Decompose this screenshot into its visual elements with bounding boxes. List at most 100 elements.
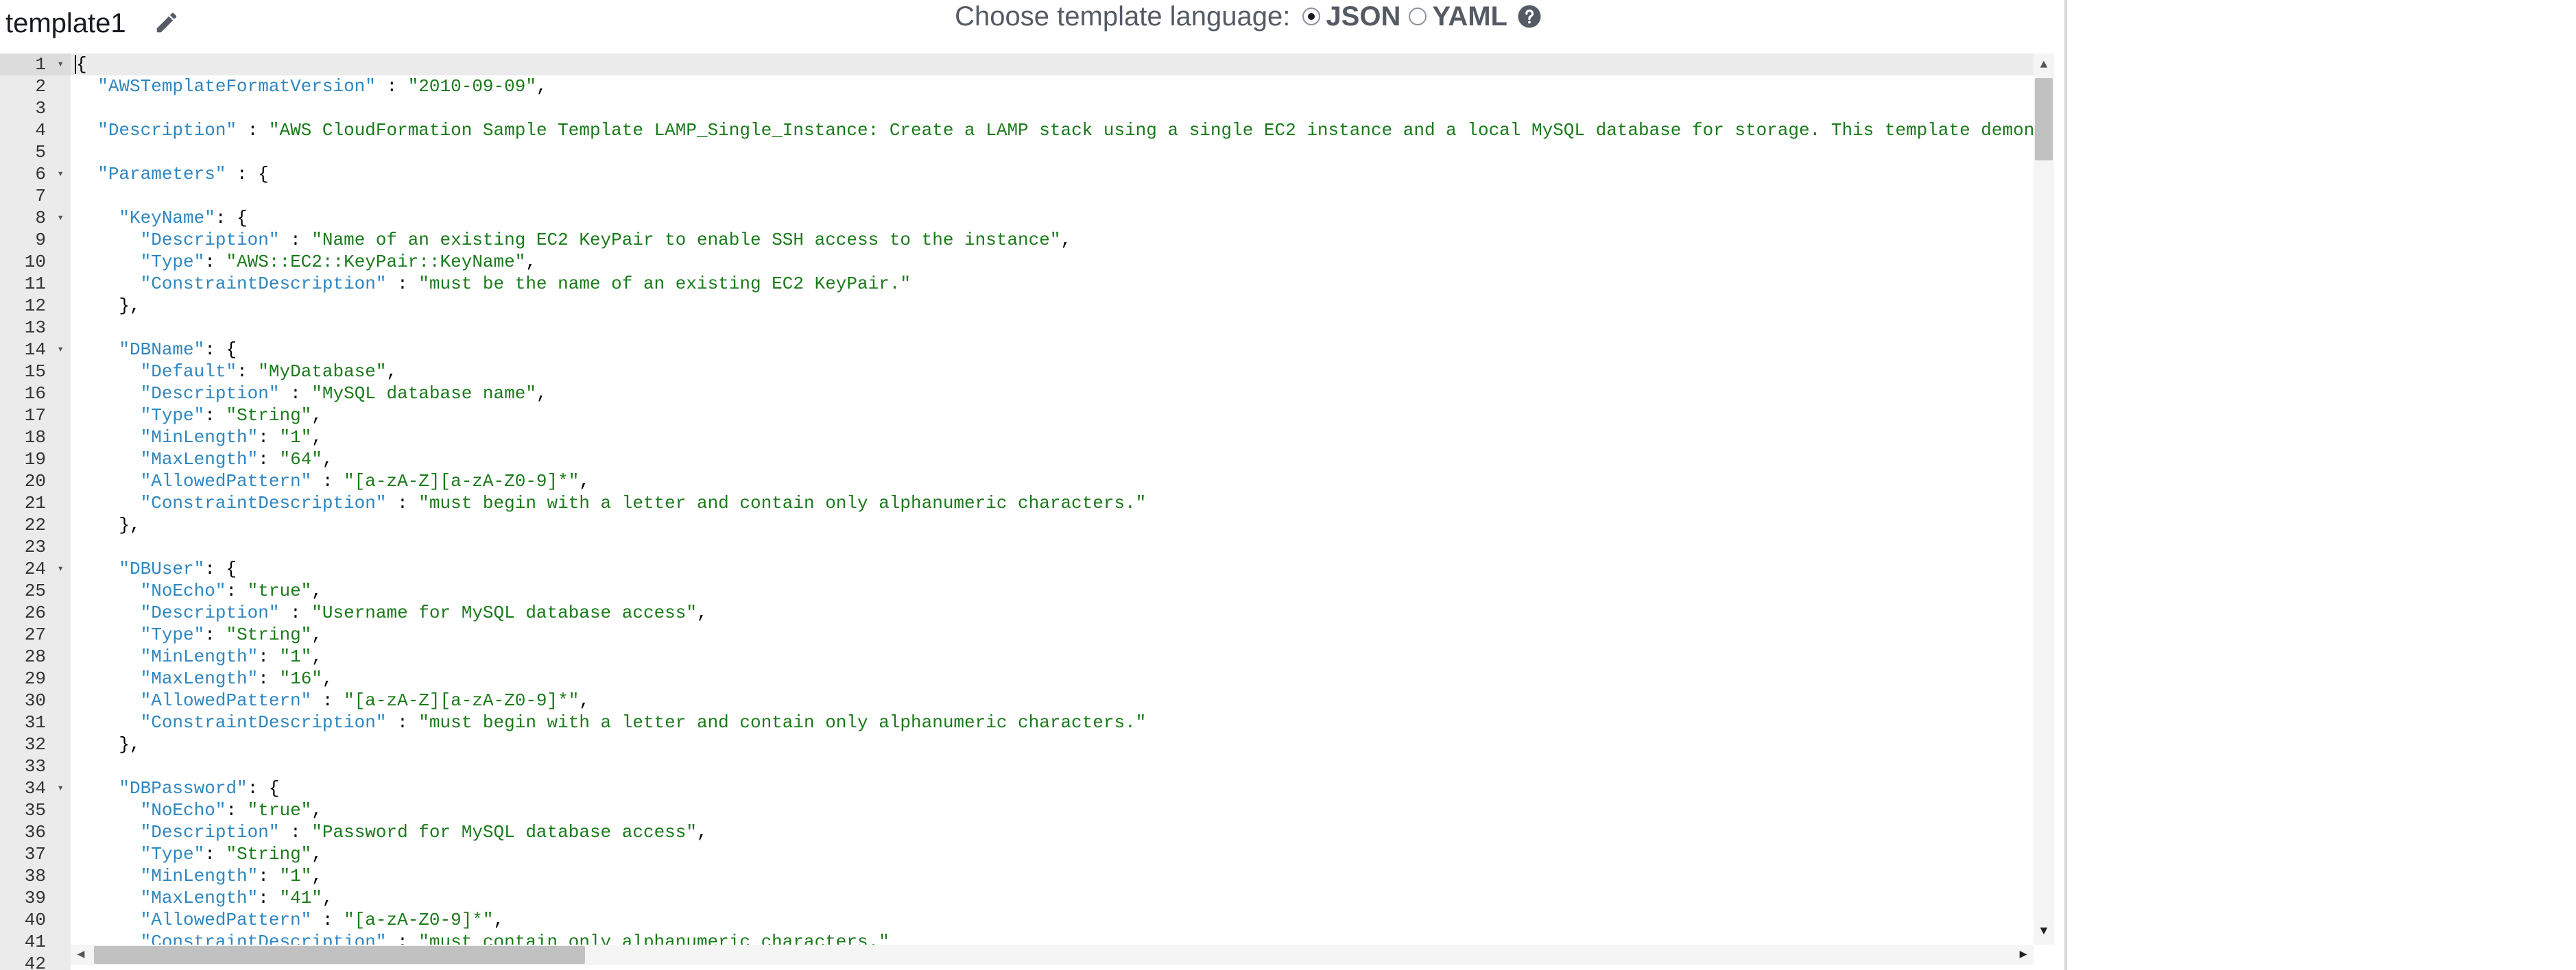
json-punctuation: ,	[696, 603, 708, 623]
code-line[interactable]: "ConstraintDescription" : "must contain …	[76, 931, 890, 945]
pencil-icon[interactable]	[154, 10, 180, 36]
yaml-radio[interactable]	[1409, 8, 1427, 25]
line-number: 12	[0, 295, 71, 317]
json-key: "MinLength"	[140, 866, 259, 886]
json-key: "Parameters"	[97, 164, 226, 184]
line-number-text: 19	[24, 449, 46, 470]
json-key: "NoEcho"	[140, 800, 226, 821]
yaml-option-label[interactable]: YAML	[1432, 1, 1507, 32]
json-key: "DBName"	[119, 339, 205, 360]
code-line[interactable]: "MinLength": "1",	[76, 426, 322, 448]
code-line[interactable]: "KeyName": {	[76, 207, 247, 229]
line-number: 39	[0, 887, 71, 909]
vertical-scrollbar[interactable]: ▲ ▼	[2034, 53, 2054, 945]
json-punctuation	[76, 668, 141, 689]
json-key: "ConstraintDescription"	[140, 932, 387, 945]
code-line[interactable]: "DBPassword": {	[76, 777, 279, 799]
code-line[interactable]: },	[76, 733, 140, 755]
scroll-up-icon[interactable]: ▲	[2034, 55, 2054, 75]
code-line[interactable]: "MaxLength": "16",	[76, 668, 333, 690]
json-punctuation	[76, 581, 141, 601]
code-line[interactable]: "MinLength": "1",	[76, 646, 322, 668]
code-line[interactable]: "AllowedPattern" : "[a-zA-Z][a-zA-Z0-9]*…	[76, 470, 590, 492]
json-key: "ConstraintDescription"	[140, 493, 387, 513]
scroll-down-icon[interactable]: ▼	[2034, 921, 2054, 942]
line-number: 2	[0, 75, 71, 97]
horizontal-scrollbar[interactable]: ◀ ▶	[71, 945, 2034, 965]
code-line[interactable]: "NoEcho": "true",	[76, 799, 322, 821]
json-string: "AWS::EC2::KeyPair::KeyName"	[226, 252, 526, 272]
code-line[interactable]: "DBUser": {	[76, 558, 237, 580]
line-number-gutter: 1 ▾ 2 3 4 5 6 ▾ 7 8 ▾ 9 10 11 12 13 14 ▾ 15 16 17 18 19 20 21 22 2…	[0, 53, 71, 970]
json-punctuation: ,	[386, 361, 398, 382]
line-number: 11	[0, 273, 71, 295]
code-line[interactable]: "NoEcho": "true",	[76, 580, 322, 602]
line-number: 30	[0, 690, 71, 712]
code-line[interactable]: "AllowedPattern" : "[a-zA-Z][a-zA-Z0-9]*…	[76, 690, 590, 712]
json-option-label[interactable]: JSON	[1326, 1, 1400, 32]
code-line[interactable]: },	[76, 295, 140, 317]
code-line[interactable]: "Description" : "Username for MySQL data…	[76, 602, 708, 624]
code-line[interactable]: "AWSTemplateFormatVersion" : "2010-09-09…	[76, 75, 547, 97]
code-line[interactable]: "MinLength": "1",	[76, 865, 322, 887]
code-line[interactable]: "MaxLength": "41",	[76, 887, 333, 909]
code-line[interactable]: {	[76, 53, 87, 75]
line-number: 23	[0, 536, 71, 558]
help-icon[interactable]	[1517, 4, 1542, 29]
fold-arrow-icon[interactable]: ▾	[57, 339, 64, 361]
json-key: "AWSTemplateFormatVersion"	[97, 76, 376, 97]
code-line[interactable]: },	[76, 514, 140, 536]
code-line[interactable]: "Type": "String",	[76, 624, 322, 646]
fold-arrow-icon[interactable]: ▾	[57, 163, 64, 185]
json-punctuation: :	[279, 383, 312, 404]
code-line[interactable]: "ConstraintDescription" : "must begin wi…	[76, 712, 1147, 733]
json-string: "AWS CloudFormation Sample Template LAMP…	[268, 120, 2034, 141]
line-number-text: 29	[24, 668, 46, 689]
fold-arrow-icon[interactable]: ▾	[57, 558, 64, 580]
json-key: "Description"	[140, 822, 280, 842]
line-number-text: 3	[35, 98, 46, 119]
json-punctuation: :	[311, 471, 344, 492]
json-string: "true"	[247, 800, 312, 821]
scroll-left-icon[interactable]: ◀	[71, 945, 91, 965]
line-number: 29	[0, 668, 71, 690]
fold-arrow-icon[interactable]: ▾	[57, 207, 64, 229]
code-line[interactable]: "AllowedPattern" : "[a-zA-Z0-9]*",	[76, 909, 505, 931]
line-number-text: 32	[24, 734, 46, 755]
code-line[interactable]: "Parameters" : {	[76, 163, 269, 185]
json-punctuation	[76, 712, 141, 733]
vertical-scroll-thumb[interactable]	[2035, 78, 2053, 160]
code-line[interactable]: "Description" : "AWS CloudFormation Samp…	[76, 119, 2034, 141]
code-line[interactable]: "Description" : "MySQL database name",	[76, 383, 547, 404]
code-line[interactable]: "Description" : "Password for MySQL data…	[76, 821, 708, 843]
json-key: "Type"	[140, 405, 205, 426]
json-punctuation: :	[258, 427, 280, 448]
code-area[interactable]: { "AWSTemplateFormatVersion" : "2010-09-…	[71, 53, 2034, 945]
code-line[interactable]: "Type": "AWS::EC2::KeyPair::KeyName",	[76, 251, 536, 273]
json-key: "AllowedPattern"	[140, 471, 312, 492]
json-punctuation: :	[258, 668, 280, 689]
line-number: 4	[0, 119, 71, 141]
json-radio[interactable]	[1302, 8, 1321, 25]
json-punctuation: :	[204, 844, 226, 864]
code-editor[interactable]: 1 ▾ 2 3 4 5 6 ▾ 7 8 ▾ 9 10 11 12 13 14 ▾ 15 16 17 18 19 20 21 22 2…	[0, 53, 2054, 970]
code-line[interactable]: "Type": "String",	[76, 404, 322, 426]
line-number-text: 1	[35, 54, 46, 75]
code-line[interactable]: "DBName": {	[76, 339, 237, 361]
code-line[interactable]: "ConstraintDescription" : "must begin wi…	[76, 492, 1147, 514]
fold-arrow-icon[interactable]: ▾	[57, 53, 64, 75]
fold-arrow-icon[interactable]: ▾	[57, 777, 64, 799]
line-number-text: 4	[35, 120, 46, 141]
scroll-right-icon[interactable]: ▶	[2013, 945, 2034, 965]
code-line[interactable]: "Type": "String",	[76, 843, 322, 865]
json-string: "true"	[247, 581, 312, 601]
json-punctuation	[76, 164, 97, 184]
json-punctuation: ,	[493, 910, 505, 930]
code-line[interactable]: "ConstraintDescription" : "must be the n…	[76, 273, 911, 295]
horizontal-scroll-thumb[interactable]	[94, 946, 585, 964]
code-line[interactable]: "Description" : "Name of an existing EC2…	[76, 229, 1071, 251]
json-key: "Description"	[140, 383, 280, 404]
code-line[interactable]: "MaxLength": "64",	[76, 448, 333, 470]
json-punctuation	[76, 646, 141, 667]
code-line[interactable]: "Default": "MyDatabase",	[76, 361, 398, 383]
